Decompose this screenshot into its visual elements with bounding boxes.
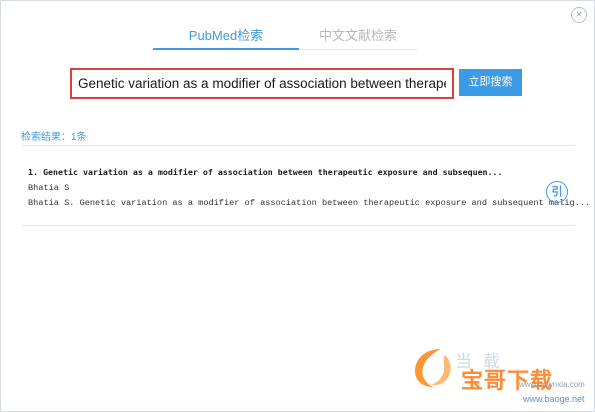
result-citation: Bhatia S. Genetic variation as a modifie… [28,198,591,208]
tab-chinese-literature[interactable]: 中文文献检索 [299,27,417,48]
search-tabs: PubMed检索 中文文献检索 [153,27,417,50]
watermark-site: www.baoge.net [523,394,585,404]
watermark: 当 载 宝哥下载 www.downxia.com www.baoge.net [411,343,593,409]
search-input[interactable] [70,68,454,99]
watermark-site-partial: www.downxia.com [519,380,585,389]
search-button[interactable]: 立即搜索 [459,69,522,96]
divider [21,225,575,226]
cite-icon[interactable]: 引 [546,181,568,203]
watermark-logo-icon [415,349,451,387]
divider [21,145,575,146]
tab-pubmed[interactable]: PubMed检索 [153,27,299,50]
pubmed-search-dialog: × PubMed检索 中文文献检索 立即搜索 检索结果：1条 1. Geneti… [0,0,595,412]
result-title-link[interactable]: 1. Genetic variation as a modifier of as… [28,166,558,178]
close-icon[interactable]: × [571,7,587,23]
result-count: 检索结果：1条 [21,132,87,143]
list-item: 1. Genetic variation as a modifier of as… [28,166,591,209]
result-author: Bhatia S [28,183,70,193]
watermark-brand: 宝哥下载 [461,368,554,393]
